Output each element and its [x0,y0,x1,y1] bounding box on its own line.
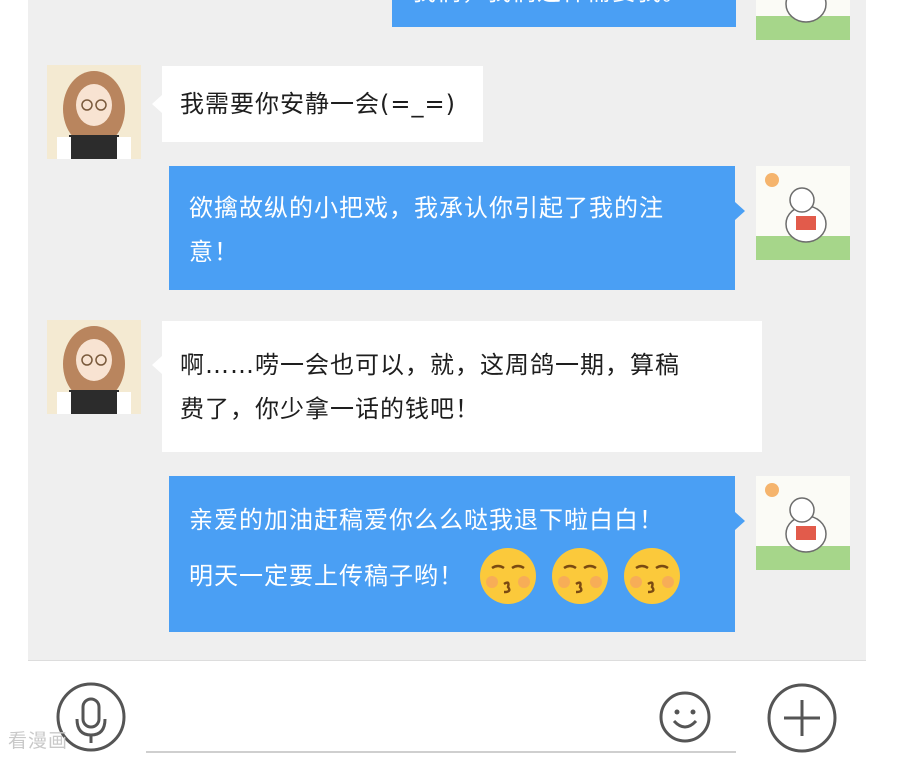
message-text-line: 啊……唠一会也可以，就，这周鸽一期，算稿 [180,351,680,379]
bubble-tail [735,512,745,530]
emoji-group [478,546,682,606]
more-button[interactable] [766,682,838,754]
author-avatar[interactable] [47,65,141,159]
emoji-button[interactable] [659,691,711,743]
bubble-tail [152,95,162,113]
message-bubble-incoming[interactable]: 啊……唠一会也可以，就，这周鸽一期，算稿 费了，你少拿一话的钱吧！ [162,321,762,452]
plus-icon [767,683,837,753]
editor-avatar[interactable] [756,0,850,40]
message-text-line: 亲爱的加油赶稿爱你么么哒我退下啦白白！ [189,506,664,534]
editor-avatar[interactable] [756,166,850,260]
bubble-tail [152,356,162,374]
smiley-icon [659,691,711,743]
message-text-line: 费了，你少拿一话的钱吧！ [180,395,480,423]
message-bubble-outgoing[interactable]: 我们，我们这样需要我。 [392,0,736,27]
message-text-line: 欲擒故纵的小把戏，我承认你引起了我的注 [189,194,664,222]
message-text: 我需要你安静一会(=_=) [180,90,456,118]
message-bubble-outgoing[interactable]: 欲擒故纵的小把戏，我承认你引起了我的注 意！ [169,166,735,290]
input-bar [0,660,900,759]
input-bar-divider [28,660,866,661]
kissing-face-icon [478,546,538,606]
kissing-face-icon [622,546,682,606]
bubble-tail [735,202,745,220]
editor-avatar[interactable] [756,476,850,570]
message-text-line: 意！ [189,238,239,266]
message-input[interactable] [146,751,736,753]
message-text: 我们，我们这样需要我。 [412,0,687,14]
author-avatar[interactable] [47,320,141,414]
message-bubble-outgoing[interactable]: 亲爱的加油赶稿爱你么么哒我退下啦白白！ 明天一定要上传稿子哟！ [169,476,735,632]
kissing-face-icon [550,546,610,606]
watermark: 看漫画 [8,730,69,752]
message-bubble-incoming[interactable]: 我需要你安静一会(=_=) [162,66,483,142]
message-text-line: 明天一定要上传稿子哟！ [189,562,464,590]
